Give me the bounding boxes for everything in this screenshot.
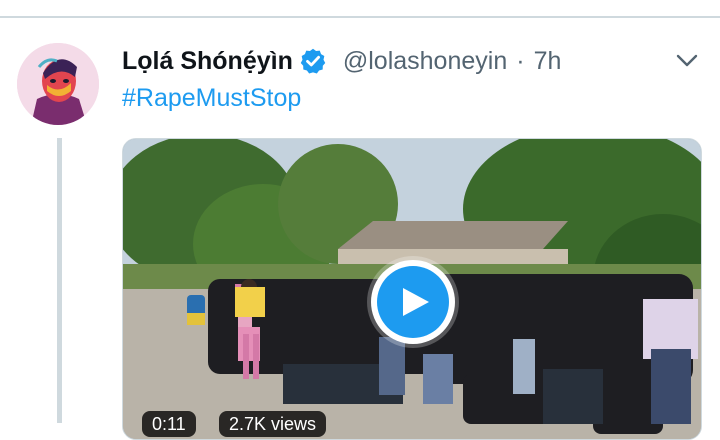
tweet-text[interactable]: #RapeMustStop xyxy=(122,84,301,113)
display-name[interactable]: Lọlá Shónẹ́yìn xyxy=(122,47,293,76)
video-views-badge: 2.7K views xyxy=(219,411,327,437)
top-divider xyxy=(0,16,720,18)
thread-line xyxy=(57,138,62,423)
chevron-down-icon[interactable] xyxy=(675,51,699,71)
verified-badge-icon xyxy=(300,48,326,74)
play-icon xyxy=(403,288,429,316)
timestamp[interactable]: 7h xyxy=(534,47,562,76)
video-duration-badge: 0:11 xyxy=(142,411,196,437)
handle[interactable]: @lolashoneyin xyxy=(343,47,507,76)
play-button[interactable] xyxy=(371,260,455,344)
video-player[interactable]: 0:11 2.7K views xyxy=(122,138,702,440)
avatar-portrait xyxy=(17,43,99,125)
avatar[interactable] xyxy=(17,43,99,125)
tweet-header: Lọlá Shónẹ́yìn @lolashoneyin · 7h xyxy=(122,44,561,78)
separator-dot: · xyxy=(516,46,525,75)
play-button-inner xyxy=(377,266,449,338)
